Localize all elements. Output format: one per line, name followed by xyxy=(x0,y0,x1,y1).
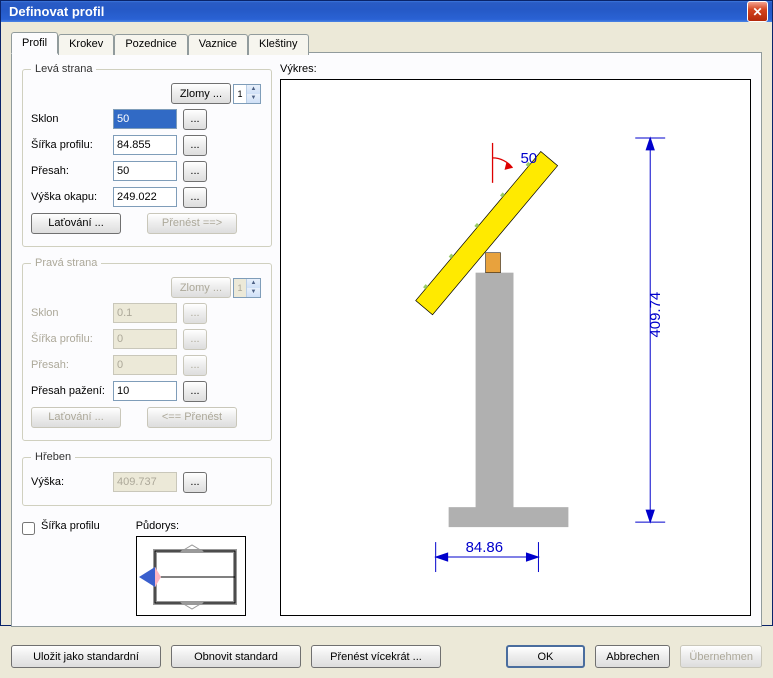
tab-pozednice[interactable]: Pozednice xyxy=(114,34,187,55)
close-button[interactable]: ✕ xyxy=(747,1,768,22)
sirka-profilu-label: Šířka profilu xyxy=(41,520,100,532)
tab-klestiny[interactable]: Kleštiny xyxy=(248,34,309,55)
leva-vyska-okapu-more[interactable]: ... xyxy=(183,187,207,208)
leva-sklon-input[interactable] xyxy=(113,109,177,129)
leva-sirka-input[interactable] xyxy=(113,135,177,155)
leva-presah-more[interactable]: ... xyxy=(183,161,207,182)
prava-latovani-button: Laťování ... xyxy=(31,407,121,428)
leva-presah-input[interactable] xyxy=(113,161,177,181)
dim-width-text: 84.86 xyxy=(466,539,503,556)
tab-vaznice[interactable]: Vaznice xyxy=(188,34,248,55)
hreben-vyska-input xyxy=(113,472,177,492)
prava-zlomy-button: Zlomy ... xyxy=(171,277,231,298)
drawing-svg: 50 409.74 xyxy=(281,80,750,615)
leva-sirka-more[interactable]: ... xyxy=(183,135,207,156)
window-title: Definovat profil xyxy=(9,4,747,19)
leva-zlomy-button[interactable]: Zlomy ... xyxy=(171,83,231,104)
sirka-profilu-checkbox[interactable] xyxy=(22,522,35,535)
prenest-vicekrat-button[interactable]: Přenést vícekrát ... xyxy=(311,645,441,668)
spin-down-icon: ▼ xyxy=(246,288,260,297)
tab-panel-profil: Levá strana Zlomy ... 1 ▲ ▼ Sklon xyxy=(11,52,762,627)
titlebar: Definovat profil ✕ xyxy=(1,1,772,22)
leva-latovani-button[interactable]: Laťování ... xyxy=(31,213,121,234)
prava-sklon-input xyxy=(113,303,177,323)
prava-sklon-more: ... xyxy=(183,303,207,324)
cancel-button[interactable]: Abbrechen xyxy=(595,645,670,668)
bottom-bar: Uložit jako standardní Obnovit standard … xyxy=(1,637,772,678)
prava-sirka-input xyxy=(113,329,177,349)
tab-strip: Profil Krokev Pozednice Vaznice Kleštiny xyxy=(11,32,762,53)
hreben-vyska-label: Výška: xyxy=(31,476,113,488)
legend-hreben: Hřeben xyxy=(31,451,75,463)
prava-presah-label: Přesah: xyxy=(31,359,113,371)
leva-sklon-more[interactable]: ... xyxy=(183,109,207,130)
angle-text: 50 xyxy=(520,150,537,167)
prava-sklon-label: Sklon xyxy=(31,307,113,319)
obnovit-standard-button[interactable]: Obnovit standard xyxy=(171,645,301,668)
leva-sirka-label: Šířka profilu: xyxy=(31,139,113,151)
group-hreben: Hřeben Výška: ... xyxy=(22,451,272,506)
prava-prenest-button: <== Přenést xyxy=(147,407,237,428)
prava-zlomy-spinner: 1 ▲ ▼ xyxy=(233,278,261,298)
ok-button[interactable]: OK xyxy=(506,645,586,668)
dim-height-text: 409.74 xyxy=(647,292,664,338)
tab-krokev[interactable]: Krokev xyxy=(58,34,114,55)
leva-vyska-okapu-label: Výška okapu: xyxy=(31,191,113,203)
apply-button: Übernehmen xyxy=(680,645,762,668)
prava-presah-pazeni-more[interactable]: ... xyxy=(183,381,207,402)
legend-leva: Levá strana xyxy=(31,63,96,75)
ulozit-standard-button[interactable]: Uložit jako standardní xyxy=(11,645,161,668)
close-icon: ✕ xyxy=(752,5,762,19)
pudorys-preview xyxy=(136,536,246,616)
leva-zlomy-spinner[interactable]: 1 ▲ ▼ xyxy=(233,84,261,104)
legend-prava: Pravá strana xyxy=(31,257,101,269)
spin-up-icon: ▲ xyxy=(246,279,260,288)
prava-presah-pazeni-input[interactable] xyxy=(113,381,177,401)
leva-prenest-button: Přenést ==> xyxy=(147,213,237,234)
spin-down-icon[interactable]: ▼ xyxy=(246,94,260,103)
prava-presah-more: ... xyxy=(183,355,207,376)
vykres-label: Výkres: xyxy=(280,63,751,75)
prava-sirka-more: ... xyxy=(183,329,207,350)
group-leva-strana: Levá strana Zlomy ... 1 ▲ ▼ Sklon xyxy=(22,63,272,247)
leva-vyska-okapu-input[interactable] xyxy=(113,187,177,207)
prava-presah-pazeni-label: Přesah pažení: xyxy=(31,385,113,397)
group-prava-strana: Pravá strana Zlomy ... 1 ▲ ▼ Sklon xyxy=(22,257,272,441)
leva-sklon-label: Sklon xyxy=(31,113,113,125)
prava-sirka-label: Šířka profilu: xyxy=(31,333,113,345)
spin-up-icon[interactable]: ▲ xyxy=(246,85,260,94)
hreben-vyska-more[interactable]: ... xyxy=(183,472,207,493)
leva-presah-label: Přesah: xyxy=(31,165,113,177)
pudorys-label: Půdorys: xyxy=(136,520,246,532)
drawing-canvas: 50 409.74 xyxy=(280,79,751,616)
prava-presah-input xyxy=(113,355,177,375)
tab-profil[interactable]: Profil xyxy=(11,32,58,54)
